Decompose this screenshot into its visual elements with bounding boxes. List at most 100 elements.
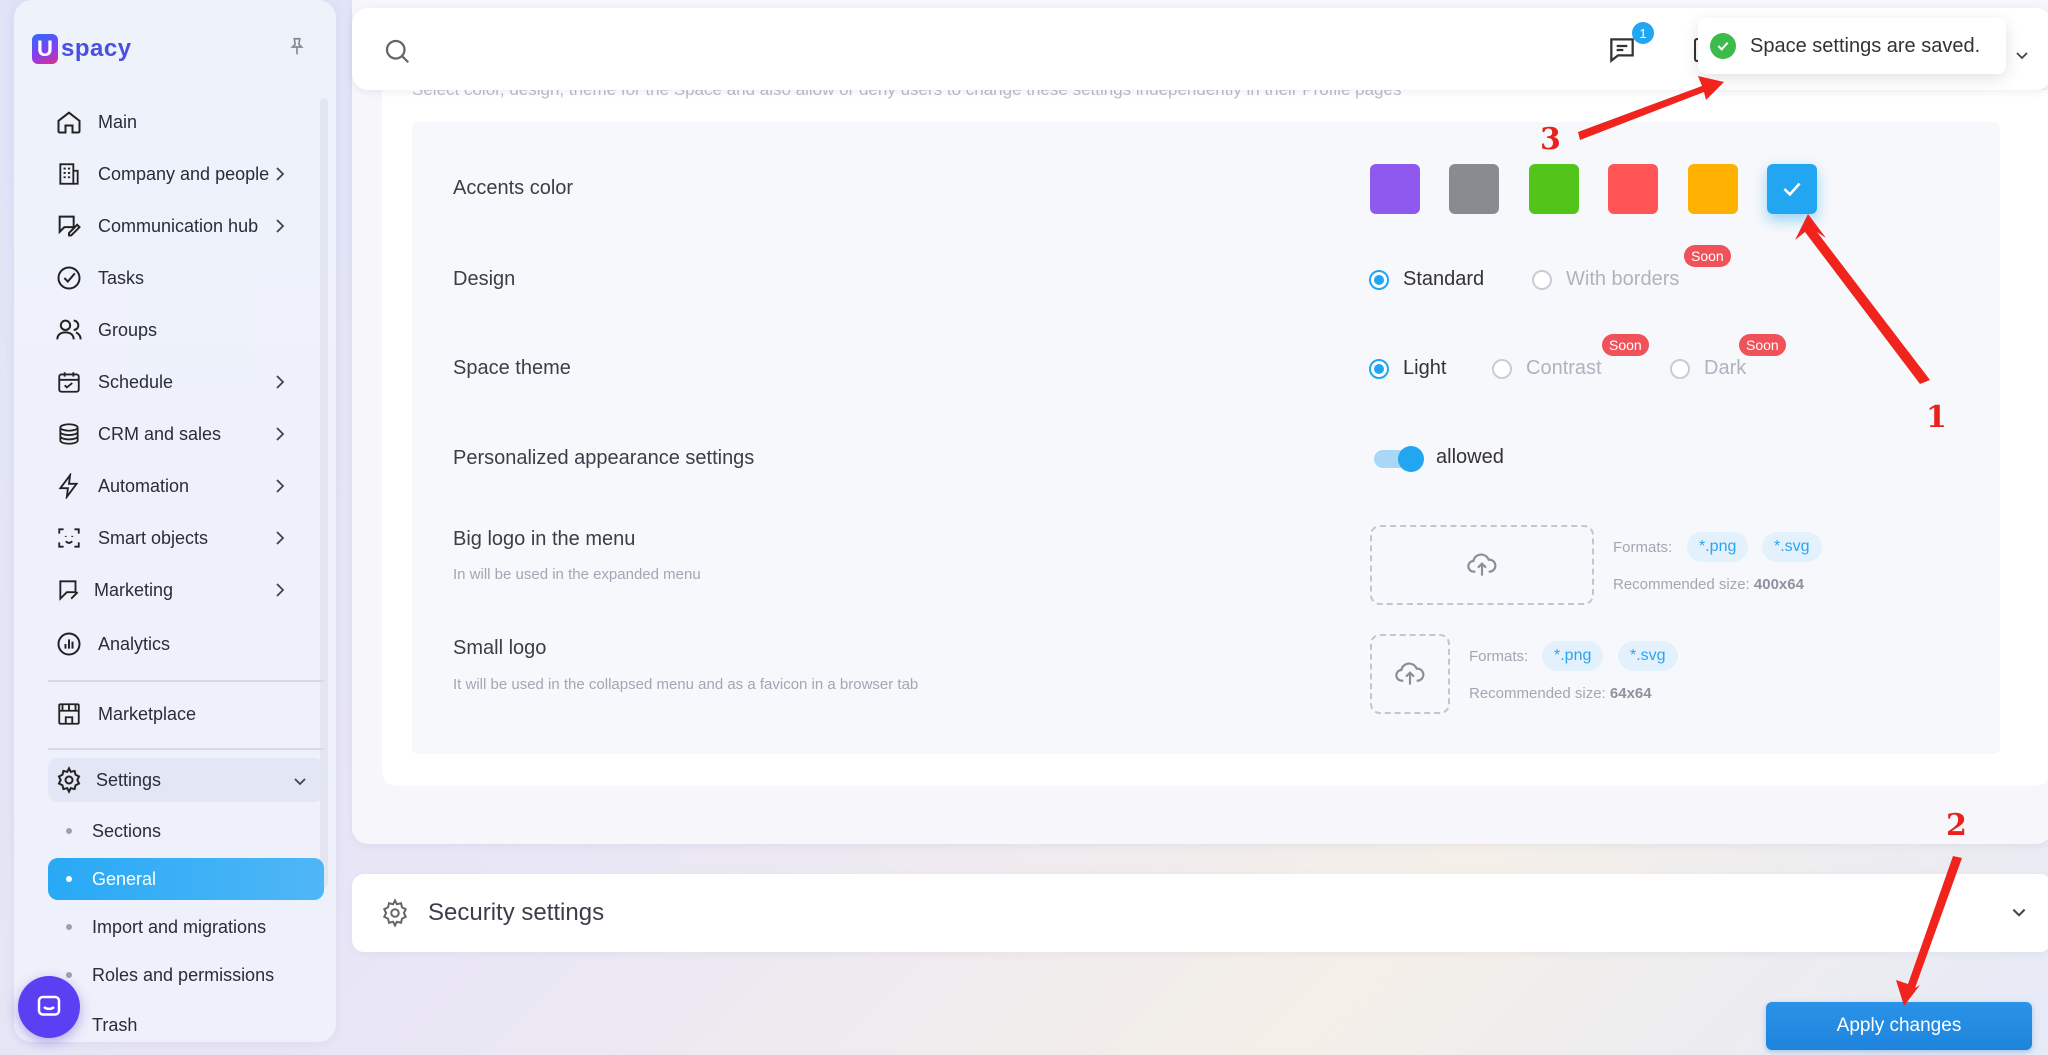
theme-label: Space theme bbox=[453, 357, 571, 379]
sub-item-sections[interactable]: Sections bbox=[48, 810, 324, 852]
design-borders-label: With borders bbox=[1566, 268, 1680, 290]
upload-cloud-icon bbox=[1395, 662, 1425, 685]
sidebar-item-main[interactable]: Main bbox=[34, 100, 304, 144]
logo-mark: U bbox=[32, 34, 58, 64]
sidebar-item-crm[interactable]: CRM and sales bbox=[34, 412, 304, 456]
sidebar-item-label: Marketing bbox=[94, 579, 174, 600]
store-icon bbox=[54, 699, 84, 729]
theme-dark-label: Dark bbox=[1704, 357, 1747, 379]
recommended-size: 64x64 bbox=[1609, 685, 1652, 702]
bullet bbox=[66, 828, 72, 834]
sidebar-item-communication[interactable]: Communication hub bbox=[34, 204, 304, 248]
soon-badge: Soon bbox=[1739, 334, 1786, 356]
sidebar-item-automation[interactable]: Automation bbox=[34, 464, 304, 508]
brand-logo[interactable]: U spacy bbox=[32, 34, 132, 64]
search-icon[interactable] bbox=[382, 36, 412, 66]
sidebar-item-label: Tasks bbox=[98, 267, 145, 288]
sidebar-item-groups[interactable]: Groups bbox=[34, 308, 304, 352]
accent-swatch-red[interactable] bbox=[1608, 164, 1658, 214]
accent-swatch-purple[interactable] bbox=[1370, 164, 1420, 214]
sidebar-divider bbox=[48, 680, 324, 682]
chevron-right-icon bbox=[276, 479, 285, 493]
sidebar-item-marketplace[interactable]: Marketplace bbox=[34, 692, 304, 736]
chevron-down-icon bbox=[2012, 908, 2026, 917]
sidebar-item-label: Marketplace bbox=[98, 703, 197, 724]
annotation-number-2: 2 bbox=[1946, 808, 1967, 843]
chevron-right-icon bbox=[276, 375, 285, 389]
theme-contrast-radio[interactable] bbox=[1492, 359, 1512, 379]
upload-cloud-icon bbox=[1467, 553, 1497, 576]
sub-item-label: Sections bbox=[92, 820, 162, 841]
chevron-down-icon[interactable] bbox=[2014, 48, 2030, 64]
sidebar-item-label: Smart objects bbox=[98, 527, 209, 548]
small-formats-label: Formats: bbox=[1469, 648, 1529, 665]
chevron-right-icon bbox=[276, 427, 285, 441]
theme-light-label: Light bbox=[1403, 357, 1447, 379]
messages-badge: 1 bbox=[1632, 22, 1654, 44]
check-circle-icon bbox=[54, 263, 84, 293]
design-label: Design bbox=[453, 268, 516, 290]
sidebar-item-label: Communication hub bbox=[98, 215, 259, 236]
small-logo-upload[interactable] bbox=[1370, 634, 1450, 714]
annotation-number-3: 3 bbox=[1540, 122, 1561, 157]
check-icon bbox=[1783, 182, 1801, 197]
big-format-png: *.png bbox=[1687, 532, 1749, 562]
sidebar-item-label: Company and people bbox=[98, 163, 270, 184]
pin-icon[interactable] bbox=[286, 36, 308, 58]
personalized-label: Personalized appearance settings bbox=[453, 447, 755, 469]
small-logo-sub: It will be used in the collapsed menu an… bbox=[453, 676, 919, 693]
theme-dark-radio[interactable] bbox=[1670, 359, 1690, 379]
sub-item-roles[interactable]: Roles and permissions bbox=[48, 954, 324, 996]
theme-light-radio[interactable] bbox=[1369, 359, 1389, 379]
sub-item-label: General bbox=[92, 868, 157, 889]
support-chat-button[interactable] bbox=[18, 976, 80, 1038]
personalized-toggle-knob[interactable] bbox=[1398, 446, 1424, 472]
accent-swatch-orange[interactable] bbox=[1688, 164, 1738, 214]
chevron-right-icon bbox=[276, 167, 285, 181]
security-settings-title: Security settings bbox=[428, 899, 605, 926]
sidebar-item-analytics[interactable]: Analytics bbox=[34, 622, 304, 666]
sub-item-label: Import and migrations bbox=[92, 916, 267, 937]
accent-swatch-gray[interactable] bbox=[1449, 164, 1499, 214]
design-borders-radio[interactable] bbox=[1532, 270, 1552, 290]
sidebar-item-company[interactable]: Company and people bbox=[34, 152, 304, 196]
annotation-number-1: 1 bbox=[1926, 400, 1947, 435]
sidebar-item-marketing[interactable]: Marketing bbox=[34, 568, 304, 612]
sidebar-item-label: Settings bbox=[96, 769, 162, 790]
chart-icon bbox=[54, 629, 84, 659]
sub-item-label: Roles and permissions bbox=[92, 964, 275, 985]
chevron-right-icon bbox=[276, 583, 285, 597]
big-recommended: Recommended size: 400x64 bbox=[1613, 576, 1804, 593]
design-standard-radio[interactable] bbox=[1369, 270, 1389, 290]
sidebar-divider bbox=[48, 748, 324, 750]
sidebar-item-schedule[interactable]: Schedule bbox=[34, 360, 304, 404]
sidebar-item-label: Schedule bbox=[98, 371, 174, 392]
big-logo-sub: In will be used in the expanded menu bbox=[453, 566, 701, 583]
building-icon bbox=[54, 159, 84, 189]
accent-swatch-blue-selected[interactable] bbox=[1767, 164, 1817, 214]
accent-swatch-green[interactable] bbox=[1529, 164, 1579, 214]
sub-item-general[interactable]: General bbox=[48, 858, 324, 900]
soon-badge: Soon bbox=[1602, 334, 1649, 356]
toast-notification: Space settings are saved. bbox=[1698, 18, 2006, 74]
recommended-size: 400x64 bbox=[1753, 576, 1804, 593]
sidebar-item-settings[interactable]: Settings bbox=[48, 758, 324, 802]
sidebar-item-label: Main bbox=[98, 111, 138, 132]
calendar-icon bbox=[54, 367, 84, 397]
bullet bbox=[66, 972, 72, 978]
sub-item-import[interactable]: Import and migrations bbox=[48, 906, 324, 948]
soon-badge: Soon bbox=[1684, 245, 1731, 267]
sidebar-item-smart-objects[interactable]: Smart objects bbox=[34, 516, 304, 560]
small-format-svg: *.svg bbox=[1618, 641, 1678, 671]
toast-text: Space settings are saved. bbox=[1750, 34, 1981, 57]
chevron-right-icon bbox=[276, 219, 285, 233]
sub-item-trash[interactable]: Trash bbox=[48, 1004, 324, 1042]
sidebar-item-tasks[interactable]: Tasks bbox=[34, 256, 304, 300]
security-settings-panel[interactable]: Security settings bbox=[352, 874, 2048, 952]
sidebar-item-label: Automation bbox=[98, 475, 190, 496]
big-logo-upload[interactable] bbox=[1370, 525, 1594, 605]
chevron-down-icon bbox=[294, 778, 306, 786]
chat-icon bbox=[37, 995, 61, 1016]
apply-changes-button[interactable]: Apply changes bbox=[1766, 1002, 2032, 1050]
small-recommended: Recommended size: 64x64 bbox=[1469, 685, 1652, 702]
